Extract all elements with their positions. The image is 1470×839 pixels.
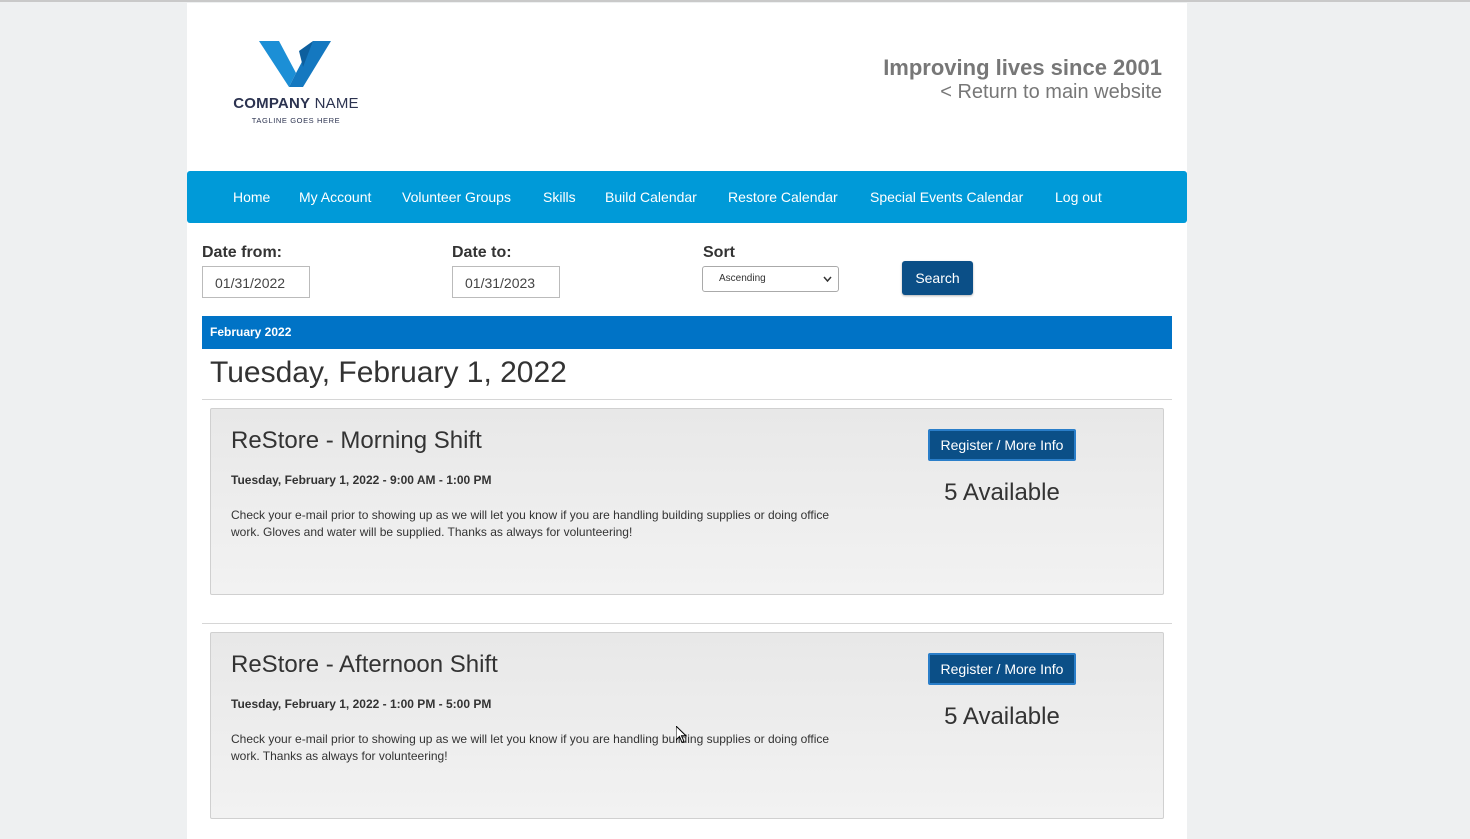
nav-my-account[interactable]: My Account — [299, 189, 371, 205]
nav-restore-calendar[interactable]: Restore Calendar — [728, 189, 838, 205]
availability-count: 5 Available — [944, 703, 1060, 730]
nav-special-events-calendar[interactable]: Special Events Calendar — [870, 189, 1023, 205]
search-button[interactable]: Search — [902, 261, 973, 295]
company-logo[interactable]: COMPANY NAME TAGLINE GOES HERE — [222, 39, 372, 129]
event-description: Check your e-mail prior to showing up as… — [231, 732, 830, 763]
event-title: ReStore - Morning Shift — [231, 427, 482, 454]
divider — [202, 399, 1172, 400]
window-top-border — [0, 0, 1470, 2]
logo-tagline: TAGLINE GOES HERE — [251, 116, 341, 125]
event-description: Check your e-mail prior to showing up as… — [231, 508, 830, 539]
event-title: ReStore - Afternoon Shift — [231, 651, 498, 678]
availability-count: 5 Available — [944, 479, 1060, 506]
nav-volunteer-groups[interactable]: Volunteer Groups — [402, 189, 511, 205]
return-to-main-website-link[interactable]: < Return to main website — [940, 81, 1162, 104]
sort-label: Sort — [703, 244, 735, 261]
mouse-cursor-icon — [676, 726, 688, 744]
event-time: Tuesday, February 1, 2022 - 1:00 PM - 5:… — [231, 697, 492, 711]
day-heading: Tuesday, February 1, 2022 — [210, 356, 567, 389]
page-container: COMPANY NAME TAGLINE GOES HERE Improving… — [187, 3, 1187, 839]
logo-company-name: COMPANY NAME — [233, 95, 359, 112]
event-time: Tuesday, February 1, 2022 - 9:00 AM - 1:… — [231, 473, 492, 487]
site-tagline: Improving lives since 2001 — [883, 55, 1162, 80]
date-to-input[interactable]: 01/31/2023 — [452, 266, 560, 298]
date-to-label: Date to: — [452, 244, 512, 261]
date-from-input[interactable]: 01/31/2022 — [202, 266, 310, 298]
logo-v-icon — [259, 41, 331, 87]
register-more-info-button[interactable]: Register / More Info — [928, 653, 1076, 685]
sort-selected-value: Ascending — [719, 273, 766, 284]
register-more-info-button[interactable]: Register / More Info — [928, 429, 1076, 461]
month-header: February 2022 — [202, 316, 1172, 349]
date-from-label: Date from: — [202, 244, 283, 261]
divider — [202, 623, 1172, 624]
chevron-down-icon — [823, 267, 832, 301]
main-nav: Home My Account Volunteer Groups Skills … — [187, 171, 1187, 223]
sort-select[interactable]: Ascending — [702, 266, 839, 292]
nav-skills[interactable]: Skills — [543, 189, 576, 205]
nav-home[interactable]: Home — [233, 189, 270, 205]
nav-log-out[interactable]: Log out — [1055, 189, 1102, 205]
nav-build-calendar[interactable]: Build Calendar — [605, 189, 697, 205]
event-card: ReStore - Morning Shift Tuesday, Februar… — [210, 408, 1164, 595]
